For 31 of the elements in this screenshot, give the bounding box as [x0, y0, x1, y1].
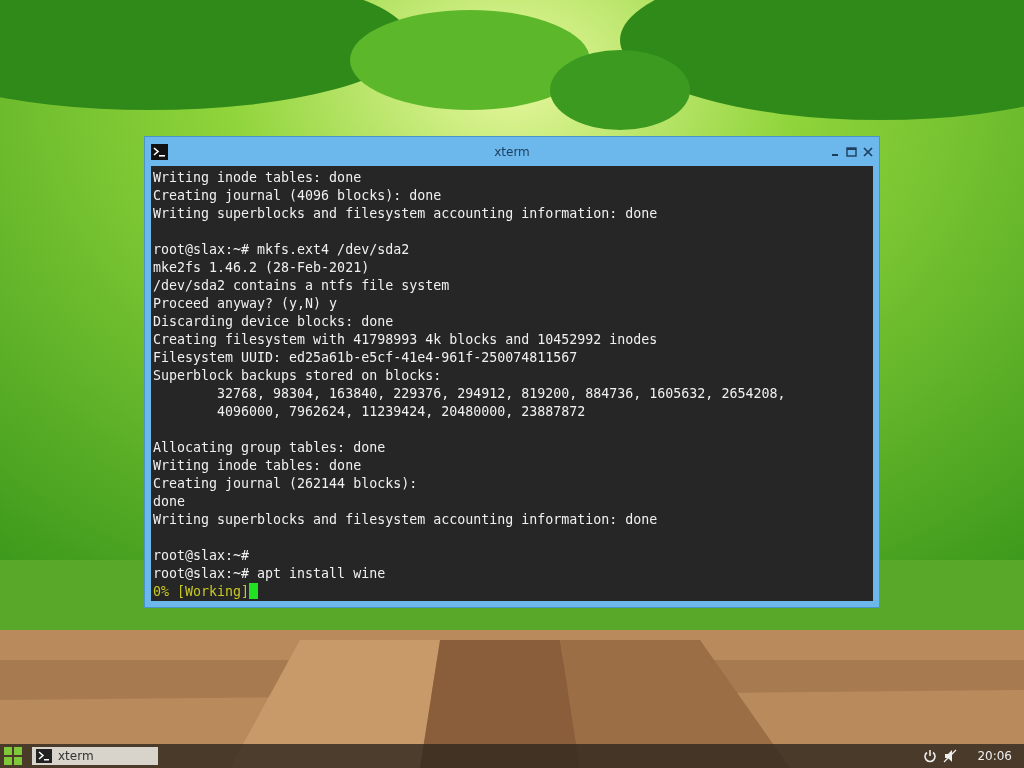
terminal-icon — [151, 143, 168, 160]
terminal-line: Writing inode tables: done — [153, 457, 362, 475]
terminal-line: Creating journal (4096 blocks): done — [153, 187, 442, 205]
close-button[interactable] — [863, 146, 873, 157]
taskbar-button[interactable]: xterm — [32, 747, 158, 765]
terminal-icon — [36, 749, 52, 763]
terminal-line: Discarding device blocks: done — [153, 313, 394, 331]
start-menu-icon[interactable] — [4, 747, 22, 765]
terminal-line: Superblock backups stored on blocks: — [153, 367, 442, 385]
window-title: xterm — [494, 144, 530, 159]
power-icon[interactable] — [923, 749, 938, 763]
terminal-line: 32768, 98304, 163840, 229376, 294912, 819200, 884736, 1605632, 2654208, — [216, 385, 786, 403]
terminal-line: root@slax:~# apt install wine — [153, 565, 386, 583]
clock: 20:06 — [977, 749, 1012, 763]
terminal-line: root@slax:~# mkfs.ext4 /dev/sda2 — [153, 241, 410, 259]
terminal-line: root@slax:~# — [153, 547, 250, 565]
terminal-line: Proceed anyway? (y,N) y — [153, 295, 338, 313]
terminal-line: Writing superblocks and filesystem accounting information: done — [153, 511, 658, 529]
terminal-line: mke2fs 1.46.2 (28-Feb-2021) — [153, 259, 370, 277]
terminal-line: Writing inode tables: done — [153, 169, 362, 187]
terminal-line: 4096000, 7962624, 11239424, 20480000, 23887872 — [216, 403, 586, 421]
terminal-line: Allocating group tables: done — [153, 439, 386, 457]
terminal-line: Creating journal (262144 blocks): — [153, 475, 418, 493]
progress-text: 0% [Working] — [153, 584, 250, 599]
terminal-line: Creating filesystem with 41798993 4k blocks and 10452992 inodes — [153, 331, 658, 349]
terminal-line: done — [153, 493, 186, 511]
terminal-line: Writing superblocks and filesystem accounting information: done — [153, 205, 658, 223]
terminal-line: /dev/sda2 contains a ntfs file system — [153, 277, 450, 295]
muted-speaker-icon[interactable] — [943, 749, 958, 763]
maximize-button[interactable] — [846, 146, 857, 157]
terminal-line: Filesystem UUID: ed25a61b-e5cf-41e4-961f-250074811567 — [153, 349, 578, 367]
